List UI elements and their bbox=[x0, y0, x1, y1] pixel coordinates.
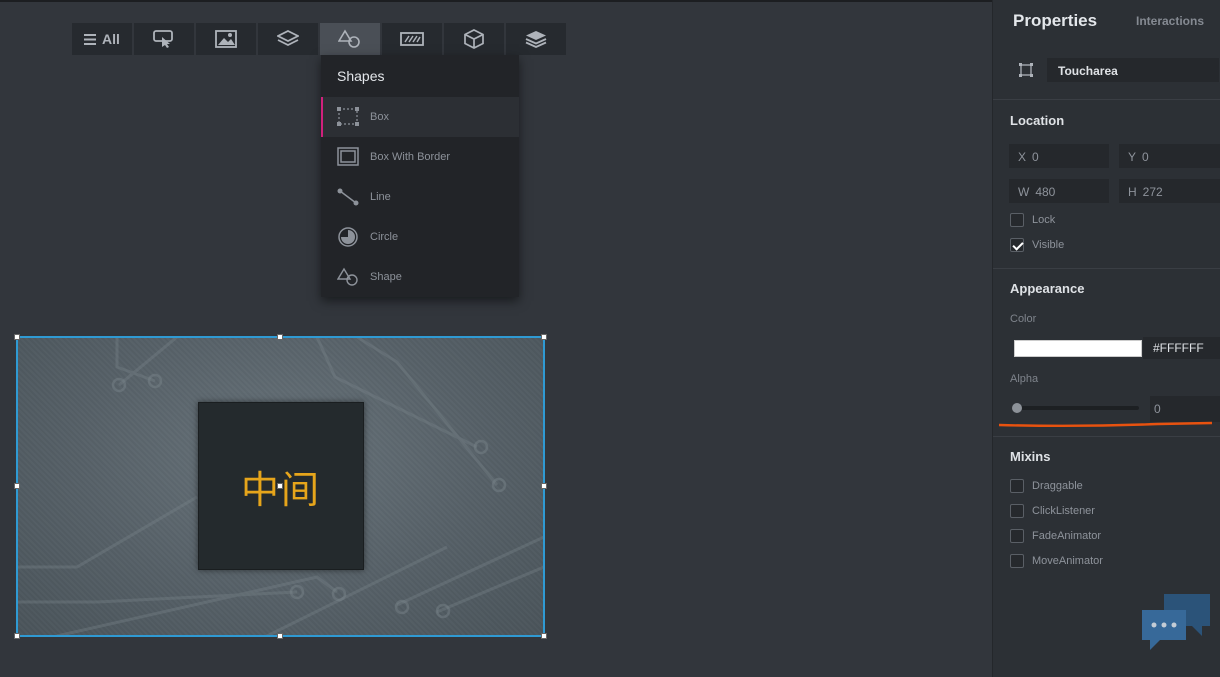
dropdown-item-label: Box bbox=[370, 111, 389, 123]
textbox-icon bbox=[400, 32, 424, 46]
box-icon bbox=[337, 107, 359, 126]
dropdown-item-line[interactable]: Line bbox=[321, 177, 519, 217]
y-label: Y bbox=[1128, 150, 1137, 164]
color-swatch[interactable] bbox=[1014, 340, 1142, 357]
fadeanimator-checkbox[interactable] bbox=[1010, 529, 1024, 543]
draggable-checkbox[interactable] bbox=[1010, 479, 1024, 493]
red-underline-annotation bbox=[998, 421, 1213, 427]
lock-checkbox[interactable] bbox=[1010, 213, 1024, 227]
divider bbox=[993, 99, 1220, 100]
hand-pointer-icon bbox=[153, 30, 173, 48]
tab-properties[interactable]: Properties bbox=[1013, 11, 1097, 31]
height-field[interactable]: H 272 bbox=[1119, 179, 1220, 203]
center-handle[interactable] bbox=[277, 483, 283, 489]
x-label: X bbox=[1018, 150, 1027, 164]
alpha-slider-handle[interactable] bbox=[1012, 403, 1022, 413]
x-value: 0 bbox=[1032, 150, 1039, 164]
dropdown-item-box[interactable]: Box bbox=[321, 97, 519, 137]
resize-handle-left[interactable] bbox=[14, 483, 20, 489]
mixins-heading: Mixins bbox=[1010, 449, 1051, 464]
dropdown-item-circle[interactable]: Circle bbox=[321, 217, 519, 257]
layers-button[interactable] bbox=[258, 23, 318, 55]
divider bbox=[993, 436, 1220, 437]
h-value: 272 bbox=[1142, 185, 1163, 199]
shapes-dropdown: Shapes Box Box With Border Line Circle S… bbox=[321, 55, 519, 297]
properties-panel: Properties Interactions Toucharea Locati… bbox=[992, 0, 1220, 677]
fadeanimator-label: FadeAnimator bbox=[1032, 530, 1102, 542]
clicklistener-label: ClickListener bbox=[1032, 505, 1095, 517]
textbox-button[interactable] bbox=[382, 23, 442, 55]
hand-pointer-button[interactable] bbox=[134, 23, 194, 55]
image-button[interactable] bbox=[196, 23, 256, 55]
cube-button[interactable] bbox=[444, 23, 504, 55]
resize-handle-top-right[interactable] bbox=[541, 334, 547, 340]
draggable-label: Draggable bbox=[1032, 480, 1083, 492]
w-value: 480 bbox=[1035, 185, 1056, 199]
all-label: All bbox=[102, 31, 120, 47]
color-label: Color bbox=[1010, 313, 1037, 325]
dropdown-item-label: Box With Border bbox=[370, 151, 451, 163]
moveanimator-label: MoveAnimator bbox=[1032, 555, 1103, 567]
appearance-heading: Appearance bbox=[1010, 281, 1085, 296]
cube-icon bbox=[464, 29, 484, 49]
dropdown-item-label: Line bbox=[370, 191, 391, 203]
color-hex-field[interactable]: #FFFFFF bbox=[1143, 337, 1220, 359]
clicklistener-checkbox[interactable] bbox=[1010, 504, 1024, 518]
alpha-label: Alpha bbox=[1010, 373, 1039, 385]
element-name-field[interactable]: Toucharea bbox=[1047, 58, 1219, 82]
dropdown-title: Shapes bbox=[337, 68, 385, 84]
resize-handle-bottom[interactable] bbox=[277, 633, 283, 639]
visible-label: Visible bbox=[1032, 239, 1065, 251]
shapes-button[interactable] bbox=[320, 23, 380, 55]
visible-checkbox[interactable] bbox=[1010, 238, 1024, 252]
layers-icon bbox=[277, 30, 299, 47]
alpha-slider-track[interactable] bbox=[1015, 406, 1139, 410]
line-icon bbox=[337, 188, 359, 206]
location-heading: Location bbox=[1010, 113, 1065, 128]
touch-area-icon bbox=[1019, 63, 1033, 77]
resize-handle-right[interactable] bbox=[541, 483, 547, 489]
dropdown-item-label: Circle bbox=[370, 231, 399, 243]
y-field[interactable]: Y0 bbox=[1119, 144, 1220, 168]
divider bbox=[993, 268, 1220, 269]
width-field[interactable]: W 480 bbox=[1009, 179, 1109, 203]
tab-interactions[interactable]: Interactions bbox=[1136, 14, 1204, 28]
y-value: 0 bbox=[1142, 150, 1149, 164]
moveanimator-checkbox[interactable] bbox=[1010, 554, 1024, 568]
resize-handle-top[interactable] bbox=[277, 334, 283, 340]
resize-handle-bottom-left[interactable] bbox=[14, 633, 20, 639]
shapes-icon bbox=[338, 29, 360, 48]
stack-button[interactable] bbox=[506, 23, 566, 55]
w-label: W bbox=[1018, 185, 1030, 199]
widget-toolbar: All bbox=[72, 23, 566, 55]
shape-icon bbox=[337, 267, 358, 286]
x-field[interactable]: X0 bbox=[1009, 144, 1109, 168]
dropdown-item-shape[interactable]: Shape bbox=[321, 257, 519, 297]
stack-icon bbox=[525, 31, 547, 48]
all-widgets-button[interactable]: All bbox=[72, 23, 132, 55]
menu-icon bbox=[84, 33, 97, 45]
resize-handle-bottom-right[interactable] bbox=[541, 633, 547, 639]
h-label: H bbox=[1128, 185, 1137, 199]
box-border-icon bbox=[337, 147, 359, 166]
circle-icon bbox=[338, 227, 358, 247]
lock-label: Lock bbox=[1032, 214, 1056, 226]
dropdown-item-label: Shape bbox=[370, 271, 402, 283]
dropdown-item-box-with-border[interactable]: Box With Border bbox=[321, 137, 519, 177]
image-icon bbox=[215, 30, 237, 48]
resize-handle-top-left[interactable] bbox=[14, 334, 20, 340]
chat-bubbles-icon bbox=[1142, 594, 1210, 650]
